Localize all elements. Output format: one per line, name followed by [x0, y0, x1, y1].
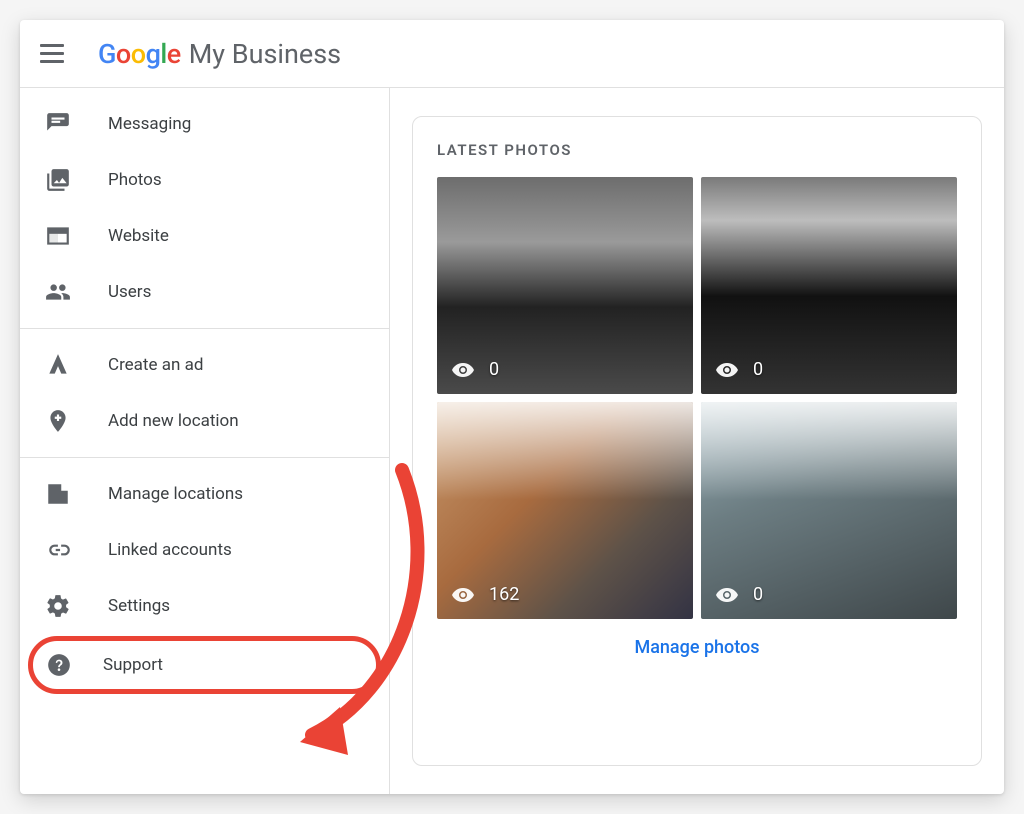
- sidebar-item-users[interactable]: Users: [20, 264, 389, 320]
- sidebar-item-label: Support: [103, 655, 163, 675]
- view-count: 162: [489, 584, 519, 605]
- sidebar-item-photos[interactable]: Photos: [20, 152, 389, 208]
- sidebar-item-linked-accounts[interactable]: Linked accounts: [20, 522, 389, 578]
- sidebar-item-label: Users: [108, 282, 151, 302]
- sidebar-item-label: Messaging: [108, 114, 191, 134]
- latest-photos-card: LATEST PHOTOS 0 0: [412, 116, 982, 766]
- sidebar-item-label: Photos: [108, 170, 162, 190]
- photo-tile[interactable]: 0: [701, 402, 957, 619]
- help-icon: [45, 651, 73, 679]
- photos-icon: [44, 166, 72, 194]
- gear-icon: [44, 592, 72, 620]
- photo-tile[interactable]: 0: [437, 177, 693, 394]
- users-icon: [44, 278, 72, 306]
- link-icon: [44, 536, 72, 564]
- app-name: My Business: [189, 38, 341, 70]
- add-location-icon: [44, 407, 72, 435]
- photo-views: 0: [451, 358, 499, 382]
- sidebar-item-label: Manage locations: [108, 484, 243, 504]
- manage-photos-link[interactable]: Manage photos: [437, 619, 957, 662]
- eye-icon: [715, 358, 739, 382]
- sidebar-item-support[interactable]: Support: [28, 636, 381, 694]
- eye-icon: [451, 358, 475, 382]
- sidebar-item-messaging[interactable]: Messaging: [20, 96, 389, 152]
- view-count: 0: [753, 584, 763, 605]
- sidebar-item-label: Linked accounts: [108, 540, 232, 560]
- sidebar-nav: Messaging Photos Website: [20, 88, 390, 794]
- photo-views: 162: [451, 583, 519, 607]
- photo-tile[interactable]: 162: [437, 402, 693, 619]
- photo-tile[interactable]: 0: [701, 177, 957, 394]
- main-content: LATEST PHOTOS 0 0: [390, 88, 1004, 794]
- app-logo[interactable]: Google My Business: [98, 38, 341, 70]
- sidebar-item-settings[interactable]: Settings: [20, 578, 389, 634]
- app-header: Google My Business: [20, 20, 1004, 88]
- sidebar-item-label: Settings: [108, 596, 170, 616]
- building-icon: [44, 480, 72, 508]
- sidebar-item-add-location[interactable]: Add new location: [20, 393, 389, 449]
- menu-button[interactable]: [40, 39, 70, 69]
- sidebar-item-create-ad[interactable]: Create an ad: [20, 337, 389, 393]
- photo-views: 0: [715, 583, 763, 607]
- google-wordmark: Google: [98, 38, 181, 70]
- view-count: 0: [489, 359, 499, 380]
- website-icon: [44, 222, 72, 250]
- view-count: 0: [753, 359, 763, 380]
- eye-icon: [715, 583, 739, 607]
- card-title: LATEST PHOTOS: [437, 141, 957, 159]
- photo-grid: 0 0 162: [437, 177, 957, 619]
- sidebar-item-label: Website: [108, 226, 169, 246]
- eye-icon: [451, 583, 475, 607]
- sidebar-item-website[interactable]: Website: [20, 208, 389, 264]
- sidebar-item-manage-locations[interactable]: Manage locations: [20, 466, 389, 522]
- app-window: Google My Business Messaging Photos: [20, 20, 1004, 794]
- ads-icon: [44, 351, 72, 379]
- chat-icon: [44, 110, 72, 138]
- photo-views: 0: [715, 358, 763, 382]
- sidebar-item-label: Create an ad: [108, 355, 203, 375]
- sidebar-item-label: Add new location: [108, 411, 239, 431]
